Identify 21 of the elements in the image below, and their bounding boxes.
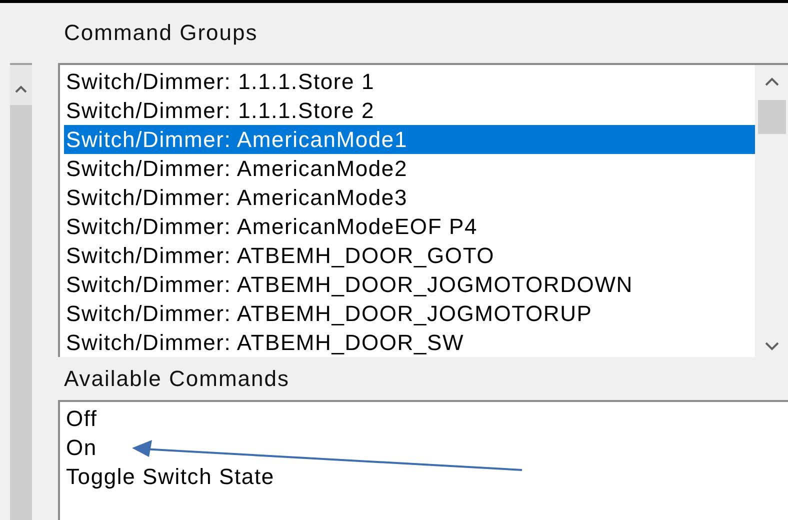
scroll-up-icon[interactable] <box>15 85 27 93</box>
group-label: Available Commands <box>63 364 290 392</box>
scrollbar[interactable] <box>755 65 788 357</box>
list-item[interactable]: Switch/Dimmer: AmericanModeEOF P4 <box>64 212 482 241</box>
list-item[interactable]: Switch/Dimmer: ATBEMH_DOOR_JOGMOTORUP <box>64 299 596 328</box>
group-label: Command Groups <box>63 19 258 47</box>
list-item[interactable]: Toggle Switch State <box>64 462 278 491</box>
list-item[interactable]: Switch/Dimmer: ATBEMH_DOOR_GOTO <box>64 241 499 270</box>
list-item[interactable]: Switch/Dimmer: ATBEMH_DOOR_JOGMOTORDOWN <box>64 270 637 299</box>
list-item[interactable]: Off <box>64 404 102 433</box>
scroll-thumb[interactable] <box>758 100 786 134</box>
list-item[interactable]: On <box>64 433 101 462</box>
list-item[interactable]: Switch/Dimmer: ATBEMH_DOOR_SW <box>64 328 468 357</box>
list-item[interactable]: Switch/Dimmer: 1.1.1.Store 1 <box>64 67 378 96</box>
list-item[interactable]: Switch/Dimmer: AmericanMode1 <box>64 125 755 154</box>
list-item[interactable]: Switch/Dimmer: AmericanMode3 <box>64 183 412 212</box>
list-item[interactable]: Switch/Dimmer: 1.1.1.Store 2 <box>64 96 378 125</box>
scrollbar[interactable] <box>10 63 32 520</box>
scroll-up-icon[interactable] <box>764 77 778 86</box>
scroll-down-icon[interactable] <box>764 342 778 351</box>
list-item[interactable]: Switch/Dimmer: AmericanMode2 <box>64 154 412 183</box>
